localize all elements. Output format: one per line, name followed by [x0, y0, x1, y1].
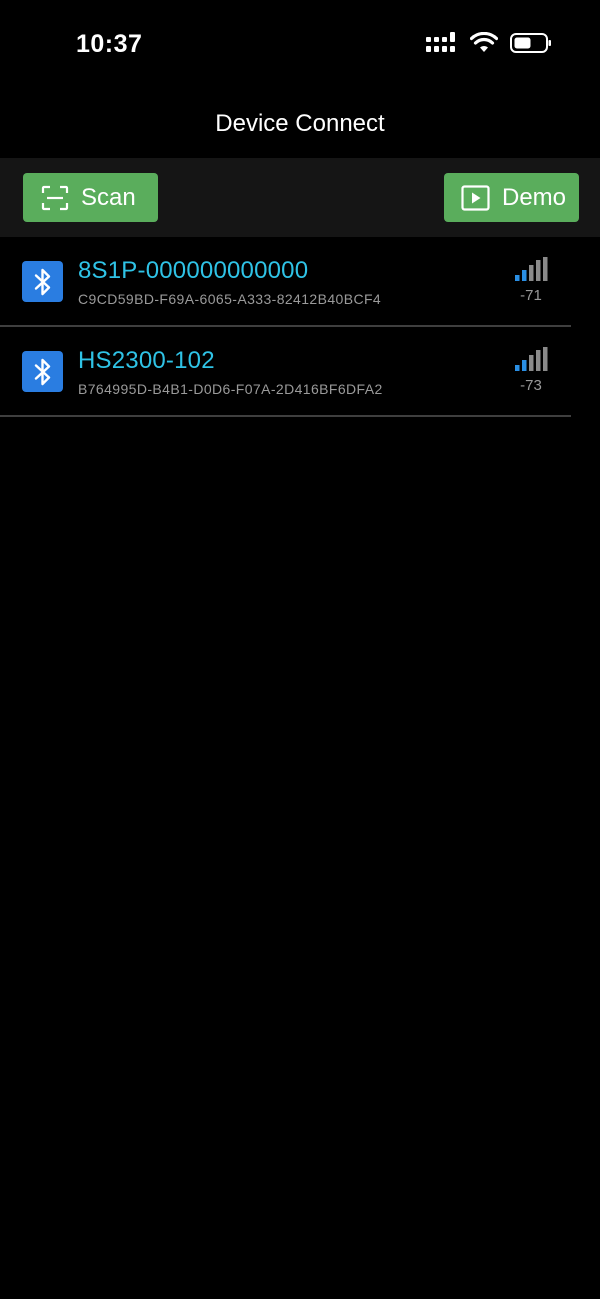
scan-button-label: Scan: [81, 183, 136, 211]
bluetooth-icon: [22, 351, 63, 392]
rssi-value: -71: [520, 287, 542, 304]
status-bar: 10:37: [0, 0, 600, 90]
scan-frame-icon: [41, 185, 69, 210]
status-icons: [426, 32, 552, 54]
signal-strength-icon: [515, 347, 548, 371]
signal-strength-icon: [515, 257, 548, 281]
status-time: 10:37: [76, 30, 143, 58]
device-uuid: C9CD59BD-F69A-6065-A333-82412B40BCF4: [78, 291, 382, 307]
scan-button[interactable]: Scan: [23, 173, 158, 222]
device-list: 8S1P-000000000000 C9CD59BD-F69A-6065-A33…: [0, 237, 600, 417]
toolbar: Scan Demo: [0, 158, 600, 237]
device-row[interactable]: 8S1P-000000000000 C9CD59BD-F69A-6065-A33…: [0, 237, 571, 327]
rssi-value: -73: [520, 377, 542, 394]
device-uuid: B764995D-B4B1-D0D6-F07A-2D416BF6DFA2: [78, 381, 383, 397]
device-name: 8S1P-000000000000: [78, 257, 309, 284]
bluetooth-icon: [22, 261, 63, 302]
play-icon: [461, 184, 490, 211]
device-row[interactable]: HS2300-102 B764995D-B4B1-D0D6-F07A-2D416…: [0, 327, 571, 417]
nav-bar: Device Connect: [0, 90, 600, 158]
page-title: Device Connect: [215, 110, 385, 137]
demo-button-label: Demo: [502, 183, 567, 211]
device-name: HS2300-102: [78, 347, 215, 374]
cellular-signal-icon: [426, 32, 455, 52]
battery-icon: [510, 33, 551, 53]
demo-button[interactable]: Demo: [444, 173, 579, 222]
app-screen: 10:37 Device Connect Scan Demo 8S1P-0000…: [0, 0, 600, 1299]
wifi-icon: [470, 32, 498, 52]
